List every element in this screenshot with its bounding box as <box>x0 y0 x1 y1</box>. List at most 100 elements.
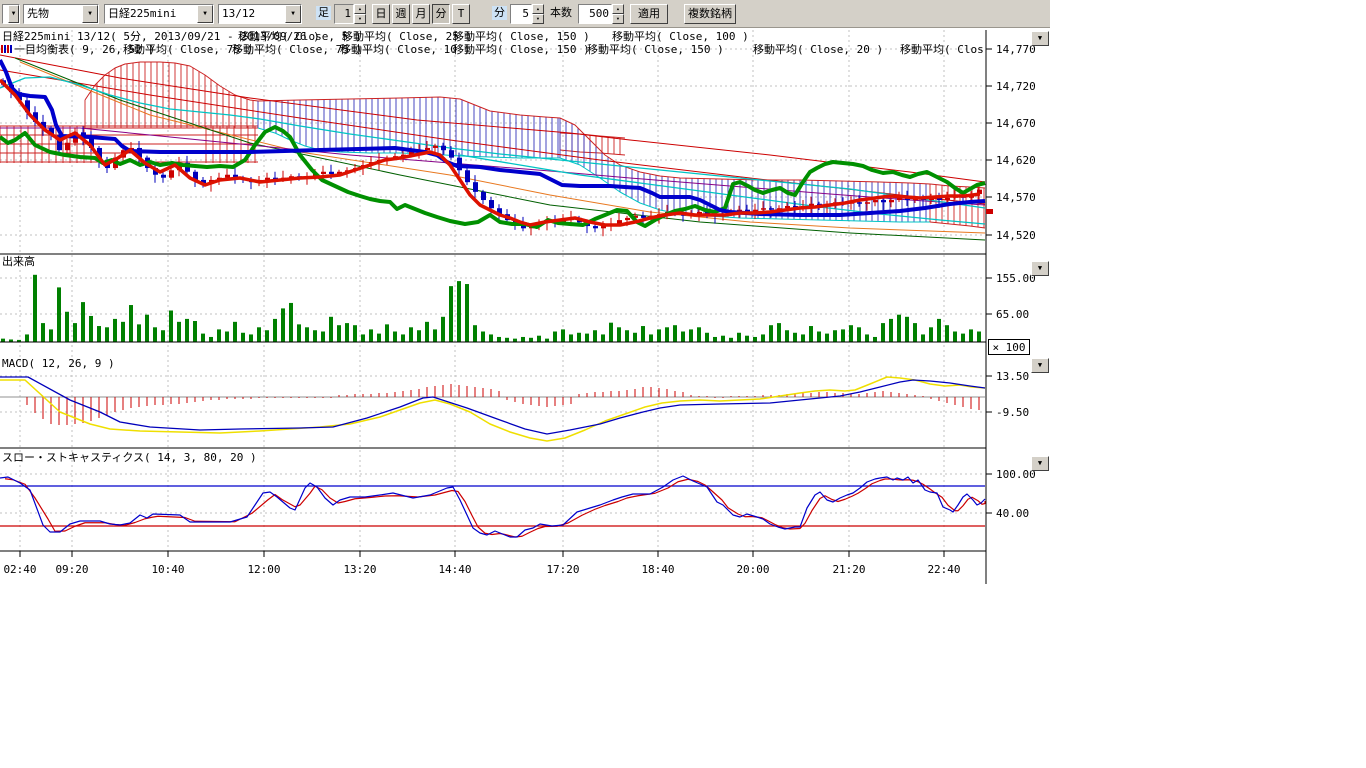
candle-body <box>489 200 494 208</box>
volume-bar <box>529 338 533 342</box>
macd-panel-label: MACD( 12, 26, 9 ) <box>2 358 115 370</box>
volume-bar <box>873 337 877 342</box>
time-tick-label: 17:20 <box>546 563 579 576</box>
volume-bar <box>473 325 477 342</box>
volume-bar <box>457 281 461 342</box>
scale-tick-label: 14,620 <box>996 154 1036 167</box>
volume-bar <box>209 337 213 342</box>
stoch-scale-dropdown-button[interactable]: ▼ <box>1031 456 1049 471</box>
volume-bar <box>673 325 677 342</box>
volume-bar <box>233 322 237 342</box>
volume-bar <box>393 332 397 343</box>
volume-bar <box>401 334 405 342</box>
volume-bar <box>281 308 285 342</box>
volume-bar <box>569 334 573 342</box>
candle-body <box>593 226 598 228</box>
volume-bar <box>881 323 885 342</box>
time-tick-label: 18:40 <box>641 563 674 576</box>
price-scale-dropdown-button[interactable]: ▼ <box>1031 31 1049 46</box>
stoch-panel-label: スロー・ストキャスティクス( 14, 3, 80, 20 ) <box>2 452 257 464</box>
volume-bar <box>689 329 693 342</box>
legend-entry: 移動平均( Close, 150 ) <box>587 44 724 56</box>
volume-bar <box>865 334 869 342</box>
volume-bar <box>897 315 901 342</box>
candle-body <box>425 148 430 150</box>
candle-body <box>329 172 334 174</box>
volume-bar <box>89 316 93 342</box>
volume-bar <box>313 330 317 342</box>
volume-panel-label: 出来高 <box>2 256 35 268</box>
candle-color-swatch-icon <box>0 44 13 55</box>
volume-bar <box>353 325 357 342</box>
scale-tick-label: 14,770 <box>996 43 1036 56</box>
volume-bar <box>177 322 181 342</box>
candle-body <box>321 172 326 174</box>
volume-bar <box>889 319 893 342</box>
legend-row-2: 一目均衡表( 9, 26, 52 )移動平均( Close, 75 )移動平均(… <box>0 44 984 56</box>
volume-bar <box>785 330 789 342</box>
volume-bar <box>761 334 765 342</box>
volume-bar <box>369 329 373 342</box>
volume-bar <box>593 330 597 342</box>
candle-body <box>161 175 166 178</box>
candle-body <box>881 200 886 202</box>
legend-entry: 移動平均( Close, 100 ) <box>612 31 749 43</box>
scale-tick-label: 14,670 <box>996 117 1036 130</box>
volume-bar <box>729 338 733 342</box>
scale-tick-label: 14,520 <box>996 229 1036 242</box>
candle-body <box>169 170 174 177</box>
volume-bar <box>1 339 5 342</box>
volume-bar <box>585 334 589 342</box>
time-tick-label: 20:00 <box>736 563 769 576</box>
volume-bar <box>649 334 653 342</box>
volume-scale-dropdown-button[interactable]: ▼ <box>1031 261 1049 276</box>
volume-bar <box>169 311 173 343</box>
macd-signal-line <box>0 377 985 441</box>
volume-bar <box>273 319 277 342</box>
volume-bar <box>801 334 805 342</box>
ma-thick-blue <box>0 60 985 215</box>
volume-bar <box>289 303 293 342</box>
volume-bar <box>201 334 205 342</box>
candle-body <box>857 202 862 203</box>
macd-scale-dropdown-button[interactable]: ▼ <box>1031 358 1049 373</box>
volume-bar <box>793 333 797 342</box>
volume-bar <box>929 327 933 342</box>
volume-bar <box>57 287 61 342</box>
legend-entry: 移動平均( Close, 10 ) <box>340 44 470 56</box>
volume-bar <box>489 334 493 342</box>
time-tick-label: 22:40 <box>927 563 960 576</box>
volume-bar <box>977 332 981 343</box>
volume-bar <box>553 332 557 343</box>
candle-body <box>225 175 230 178</box>
volume-bar <box>849 325 853 342</box>
volume-bar <box>65 312 69 342</box>
candle-body <box>865 202 870 203</box>
candle-body <box>449 150 454 157</box>
volume-bar <box>129 305 133 342</box>
volume-bar <box>105 327 109 342</box>
volume-bar <box>521 337 525 342</box>
candle-body <box>441 146 446 150</box>
volume-bar <box>857 327 861 342</box>
volume-bar <box>809 326 813 342</box>
time-tick-label: 10:40 <box>151 563 184 576</box>
time-tick-label: 14:40 <box>438 563 471 576</box>
volume-bar <box>641 326 645 342</box>
volume-bar <box>441 317 445 342</box>
volume-bar <box>969 329 973 342</box>
volume-bar <box>225 332 229 343</box>
volume-bar <box>409 327 413 342</box>
volume-bar <box>305 327 309 342</box>
stoch-k-line <box>0 476 985 537</box>
cloud-lower-boundary <box>560 150 625 155</box>
candle-body <box>65 143 70 150</box>
volume-bar <box>825 334 829 342</box>
candle-body <box>945 198 950 200</box>
volume-bar <box>161 330 165 342</box>
volume-bar <box>345 323 349 342</box>
candle-body <box>889 200 894 202</box>
time-tick-label: 02:40 <box>3 563 36 576</box>
cloud-upper-boundary <box>258 97 560 118</box>
volume-bar <box>249 334 253 342</box>
